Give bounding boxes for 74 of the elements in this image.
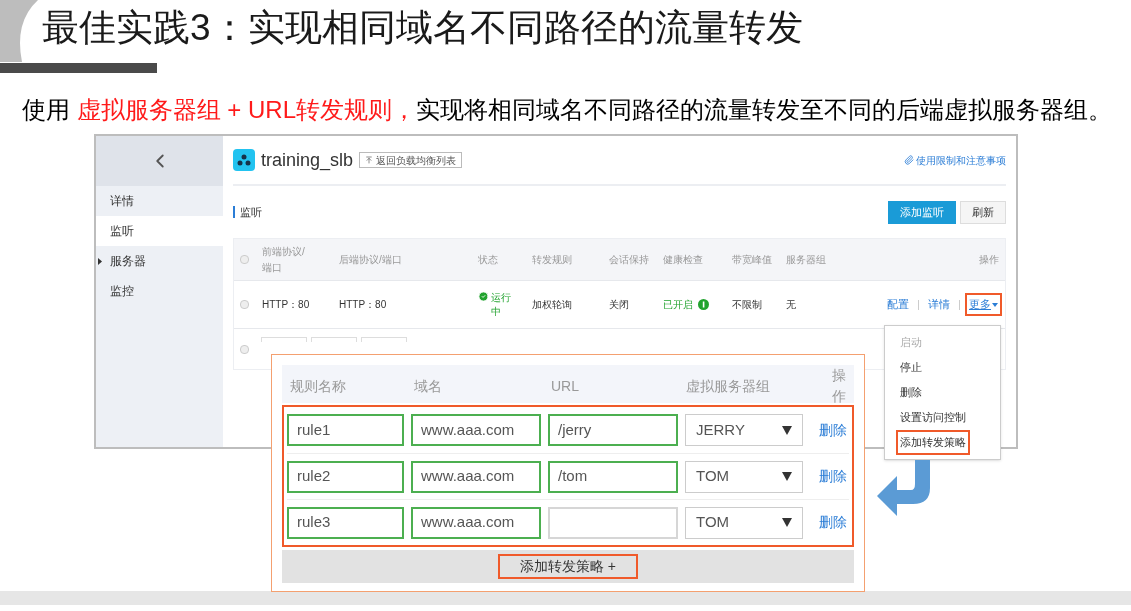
blank-field[interactable]: [261, 337, 307, 342]
column-header: 健康检查: [663, 253, 704, 267]
slide-title: 最佳实践3：实现相同域名不同路径的流量转发: [42, 6, 803, 50]
table-cell-text: 不限制: [732, 298, 763, 312]
checkbox[interactable]: [240, 255, 249, 264]
caret-down-icon: [992, 302, 998, 307]
column-header: 后端协议/端口: [339, 253, 403, 267]
action-link[interactable]: 详情: [924, 293, 954, 316]
sidebar-item[interactable]: 服务器: [96, 246, 223, 276]
column-header: 状态: [478, 253, 499, 267]
column-header: 转发规则: [532, 253, 573, 267]
blank-field[interactable]: [361, 337, 407, 342]
sidebar-item[interactable]: 监听: [96, 216, 223, 246]
notice-link[interactable]: 使用限制和注意事项: [904, 152, 1006, 168]
column-header: 操作: [978, 253, 1000, 267]
table-cell-text: 加权轮询: [532, 298, 573, 312]
health-status: 已开启: [663, 298, 693, 312]
delete-link[interactable]: 删除: [810, 466, 849, 487]
action-link[interactable]: 配置: [883, 293, 913, 316]
input-field[interactable]: rule3: [287, 506, 404, 539]
slide-subtitle: 使用 虚拟服务器组 + URL转发规则，实现将相同域名不同路径的流量转发至不同的后端虚拟服务器组。: [22, 96, 1114, 124]
group-select[interactable]: TOM: [685, 506, 803, 539]
info-icon: [698, 299, 709, 310]
checkbox[interactable]: [240, 300, 249, 309]
more-menu-link[interactable]: 更多: [965, 293, 1002, 316]
column-header: 会话保持: [609, 253, 650, 267]
group-select[interactable]: TOM: [685, 460, 803, 493]
input-field[interactable]: rule2: [287, 460, 404, 493]
dropdown-triangle-icon: [782, 472, 792, 481]
curved-arrow-icon: [875, 460, 933, 518]
back-link-button[interactable]: 返回负载均衡列表: [359, 152, 463, 168]
input-field[interactable]: /jerry: [548, 414, 678, 446]
add-rule-button[interactable]: 添加转发策略 +: [497, 554, 639, 579]
menu-item[interactable]: 删除: [885, 380, 1000, 405]
input-field[interactable]: [548, 506, 678, 539]
input-field[interactable]: www.aaa.com: [411, 460, 541, 493]
column-header: 服务器组: [786, 253, 827, 267]
instance-name: training_slb: [261, 148, 354, 173]
up-arrow-icon: [365, 156, 374, 164]
input-field[interactable]: www.aaa.com: [411, 414, 541, 446]
delete-link[interactable]: 删除: [810, 512, 849, 533]
blank-field[interactable]: [311, 337, 357, 342]
column-header: URL: [551, 376, 580, 396]
input-field[interactable]: /tom: [548, 460, 678, 493]
sidebar-item[interactable]: 监控: [96, 276, 223, 306]
column-header: 带宽峰值: [732, 253, 773, 267]
table-cell-text: HTTP：80: [339, 298, 388, 312]
toolbar-button[interactable]: 刷新: [960, 200, 1006, 224]
check-circle-icon: [478, 290, 489, 302]
column-header: 虚拟服务器组: [686, 376, 771, 396]
paperclip-icon: [904, 155, 914, 165]
column-header: 操作: [831, 366, 846, 406]
sidebar-item[interactable]: 详情: [96, 186, 223, 216]
delete-link[interactable]: 删除: [810, 419, 849, 441]
caret-right-icon: [98, 258, 102, 265]
logo-icon: [233, 149, 255, 171]
dropdown-triangle-icon: [782, 518, 792, 527]
column-header: 前端协议/端口: [262, 244, 306, 275]
table-cell-text: 无: [786, 298, 797, 312]
input-field[interactable]: rule1: [287, 414, 404, 446]
column-header: 域名: [414, 376, 443, 396]
status-text: 运行中: [491, 290, 512, 319]
sphere-decoration: [0, 0, 40, 62]
input-field[interactable]: www.aaa.com: [411, 506, 541, 539]
checkbox[interactable]: [240, 345, 249, 354]
menu-item[interactable]: 设置访问控制: [885, 405, 1000, 430]
group-select[interactable]: JERRY: [685, 414, 803, 446]
table-cell-text: 关闭: [609, 298, 630, 312]
section-title: 监听: [240, 204, 262, 220]
section-accent: [233, 206, 235, 218]
column-header: 规则名称: [290, 376, 347, 396]
menu-item[interactable]: 停止: [885, 355, 1000, 380]
table-cell-text: HTTP：80: [262, 298, 311, 312]
dropdown-triangle-icon: [782, 425, 792, 435]
